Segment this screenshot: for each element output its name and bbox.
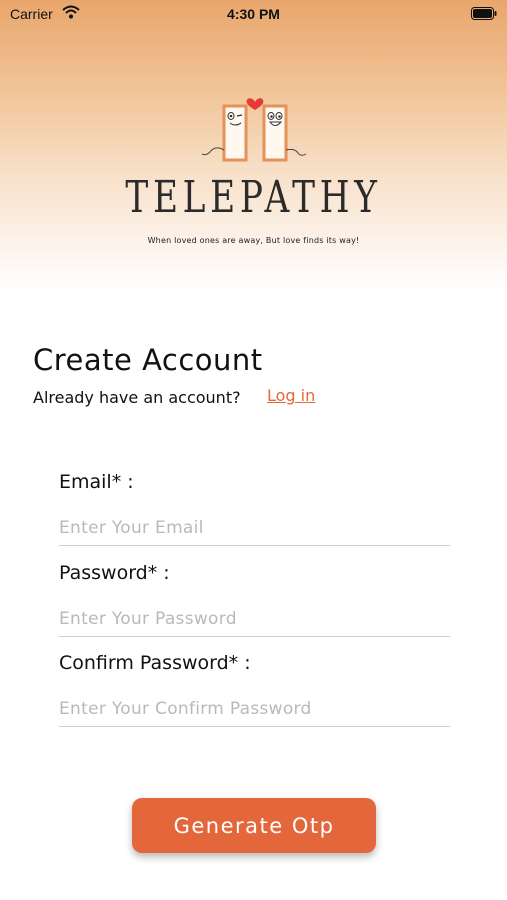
password-field[interactable]	[59, 602, 450, 637]
generate-otp-button[interactable]: Generate Otp	[132, 798, 376, 853]
login-link[interactable]: Log in	[267, 386, 315, 406]
password-label: Password* :	[59, 562, 170, 584]
telepathy-logo-icon	[201, 98, 307, 162]
have-account-text: Already have an account?	[33, 388, 241, 407]
email-label: Email* :	[59, 471, 134, 493]
confirm-password-field[interactable]	[59, 692, 450, 727]
status-bar: Carrier 4:30 PM	[0, 0, 507, 30]
battery-icon	[471, 7, 497, 20]
brand-title: TELEPATHY	[125, 172, 382, 223]
page-title: Create Account	[33, 343, 263, 377]
email-field[interactable]	[59, 511, 450, 546]
brand-tagline: When loved ones are away, But love finds…	[147, 236, 360, 245]
create-account-screen: Carrier 4:30 PM TELEPATHY When loved one…	[0, 0, 507, 900]
confirm-password-label: Confirm Password* :	[59, 652, 251, 674]
status-time: 4:30 PM	[227, 6, 280, 22]
